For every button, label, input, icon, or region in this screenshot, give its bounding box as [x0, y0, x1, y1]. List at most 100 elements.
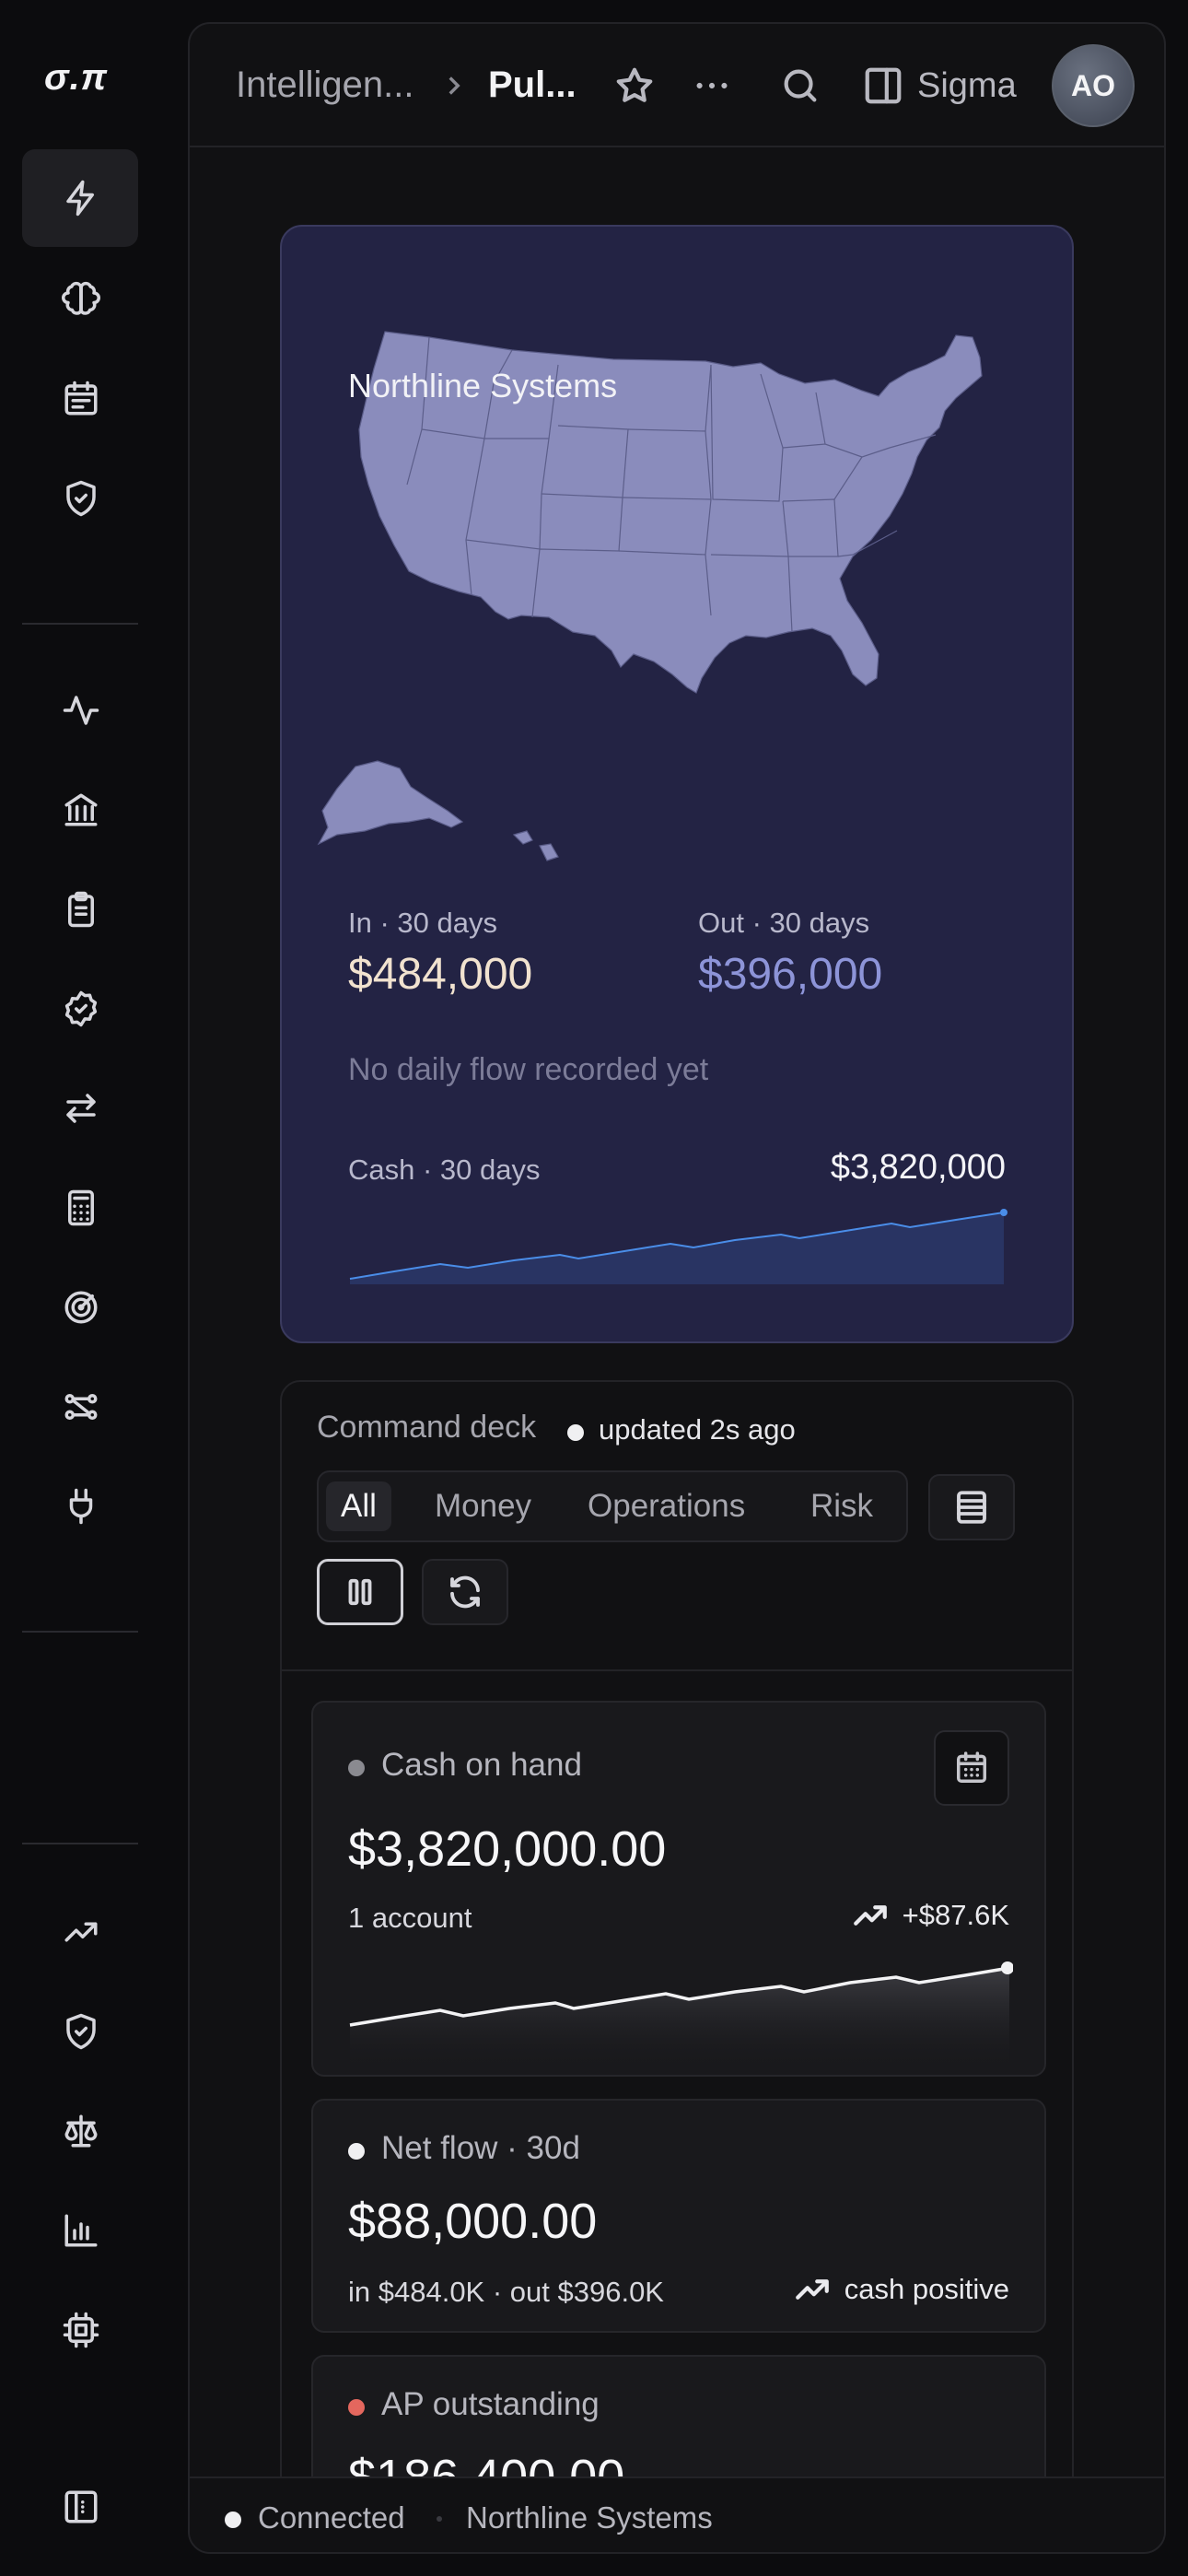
nav-item-reports[interactable]	[22, 2182, 138, 2279]
bank-icon	[64, 793, 98, 826]
empty-flow-message: No daily flow recorded yet	[348, 1052, 709, 1087]
sidebar-divider	[22, 1843, 138, 1844]
sidebar-divider	[22, 623, 138, 625]
plug-icon	[69, 1488, 93, 1525]
panel-toggle-icon[interactable]	[862, 64, 904, 107]
status-dot	[348, 2399, 365, 2416]
tab-operations[interactable]: Operations	[573, 1481, 760, 1531]
pause-button[interactable]	[317, 1559, 403, 1625]
nav-item-intelligence[interactable]	[22, 251, 138, 348]
calendar-icon	[957, 1751, 986, 1783]
nav-item-calculator[interactable]	[22, 1159, 138, 1257]
nav-item-compliance[interactable]	[22, 450, 138, 547]
metric-label: AP outstanding	[381, 2386, 600, 2422]
workspace-label[interactable]: Sigma	[917, 66, 1017, 106]
nav-item-transfers[interactable]	[22, 1060, 138, 1157]
breadcrumb-parent[interactable]: Intelligen...	[236, 64, 413, 106]
app-logo[interactable]: σ.π	[44, 57, 108, 99]
deck-divider	[282, 1669, 1072, 1671]
topbar: Intelligen... Pul... Sigma AO	[190, 24, 1164, 147]
outflow-value: $396,000	[698, 950, 883, 999]
sidebar-toggle-icon	[64, 2490, 98, 2523]
sidebar-collapse-button[interactable]	[22, 2458, 138, 2556]
tab-risk[interactable]: Risk	[796, 1481, 888, 1531]
status-dot	[348, 1760, 365, 1776]
sidebar-divider	[22, 1631, 138, 1633]
trending-up-icon	[795, 2279, 829, 2300]
metric-subtext: in $484.0K · out $396.0K	[348, 2276, 664, 2308]
trending-up-icon	[64, 1922, 98, 1942]
list-view-button[interactable]	[928, 1474, 1015, 1540]
deck-tabs: All Money Operations Risk	[317, 1470, 908, 1542]
cpu-chip-icon	[63, 2312, 99, 2348]
metric-trend: +$87.6K	[851, 1896, 1009, 1935]
metric-label: Cash on hand	[381, 1747, 582, 1783]
metric-card-net-flow[interactable]: Net flow · 30d $88,000.00 in $484.0K · o…	[311, 2099, 1046, 2333]
nav-item-systems[interactable]	[22, 2281, 138, 2379]
nav-item-legal[interactable]	[22, 2082, 138, 2180]
more-horizontal-icon[interactable]	[691, 64, 733, 107]
date-range-button[interactable]	[934, 1730, 1009, 1806]
target-radar-icon	[64, 1291, 98, 1324]
metric-card-cash[interactable]: Cash on hand $3,820,000.00 1 account +$8…	[311, 1701, 1046, 2077]
nav-item-pulse[interactable]	[22, 149, 138, 247]
cash-on-hand-sparkline	[349, 1961, 1013, 2071]
nav-item-growth[interactable]	[22, 1883, 138, 1981]
command-deck: Command deck updated 2s ago All Money Op…	[280, 1380, 1074, 2552]
refresh-icon	[450, 1575, 480, 1609]
metric-label: Net flow · 30d	[381, 2130, 580, 2166]
nav-item-activity[interactable]	[22, 662, 138, 759]
cash-sparkline	[349, 1209, 1007, 1284]
nav-item-approvals[interactable]	[22, 960, 138, 1058]
metric-value: $3,820,000.00	[348, 1821, 667, 1877]
separator-dot	[437, 2516, 442, 2522]
status-dot	[348, 2143, 365, 2160]
nav-item-targets[interactable]	[22, 1259, 138, 1356]
clipboard-list-icon	[68, 891, 94, 928]
transfer-arrows-icon	[66, 1094, 96, 1123]
trending-up-icon	[853, 1905, 887, 1926]
bar-chart-icon	[64, 2214, 98, 2247]
refresh-button[interactable]	[422, 1559, 508, 1625]
updated-timestamp: updated 2s ago	[599, 1413, 796, 1446]
workflow-icon	[64, 1394, 98, 1420]
chevron-right-icon	[448, 76, 460, 95]
avatar[interactable]: AO	[1052, 44, 1135, 127]
nav-item-workflows[interactable]	[22, 1358, 138, 1456]
calendar-list-icon	[64, 381, 98, 416]
search-icon[interactable]	[779, 64, 821, 107]
metric-subtext: 1 account	[348, 1902, 472, 1934]
lightning-icon	[66, 180, 94, 217]
cash-trend-label: Cash · 30 days	[348, 1153, 541, 1186]
shield-check-icon	[66, 480, 96, 517]
connection-status: Connected	[258, 2500, 405, 2535]
org-hero-card: Northline Systems In · 30 days $484,000 …	[280, 225, 1074, 1343]
inflow-value: $484,000	[348, 950, 533, 999]
main-panel: Intelligen... Pul... Sigma AO Northline …	[188, 22, 1166, 2554]
star-icon[interactable]	[613, 64, 656, 107]
nav-item-banking[interactable]	[22, 761, 138, 859]
connection-dot	[225, 2512, 241, 2528]
shield-check-icon	[66, 2013, 96, 2050]
brain-icon	[62, 281, 100, 315]
nav-item-security[interactable]	[22, 1983, 138, 2080]
nav-item-tasks[interactable]	[22, 861, 138, 958]
badge-check-icon	[64, 990, 98, 1027]
tab-money[interactable]: Money	[420, 1481, 546, 1531]
cash-trend-value: $3,820,000	[830, 1148, 1006, 1187]
metric-trend: cash positive	[793, 2270, 1009, 2309]
nav-item-schedule[interactable]	[22, 350, 138, 448]
scale-icon	[64, 2114, 98, 2148]
live-status-dot	[567, 1424, 584, 1441]
sidebar: σ.π	[0, 0, 155, 2576]
calculator-icon	[68, 1189, 94, 1226]
pause-icon	[348, 1578, 372, 1606]
metric-trend-value: cash positive	[844, 2273, 1009, 2305]
metric-value: $88,000.00	[348, 2194, 598, 2249]
inflow-label: In · 30 days	[348, 907, 497, 939]
nav-item-integrations[interactable]	[22, 1458, 138, 1555]
org-title: Northline Systems	[348, 367, 618, 404]
deck-title: Command deck	[317, 1410, 537, 1445]
tab-all[interactable]: All	[326, 1481, 391, 1531]
org-name: Northline Systems	[466, 2500, 713, 2535]
